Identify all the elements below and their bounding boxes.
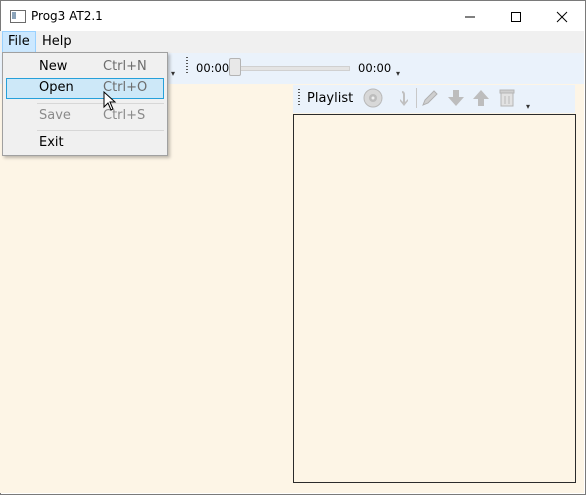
menu-file[interactable]: File [2, 31, 36, 53]
total-time: 00:00 [358, 61, 392, 75]
mouse-cursor-icon [103, 91, 117, 111]
current-time: 00:00 [196, 61, 230, 75]
import-arrow-icon[interactable] [394, 88, 414, 108]
menu-item-label: New [39, 59, 68, 74]
playlist-toolbar-grip[interactable] [298, 89, 300, 107]
window-title: Prog3 AT2.1 [31, 9, 103, 23]
arrow-down-icon[interactable] [446, 88, 466, 108]
trash-icon[interactable] [497, 88, 517, 108]
menu-item-exit[interactable]: Exit [6, 133, 164, 154]
disc-icon[interactable] [363, 88, 383, 108]
arrow-up-icon[interactable] [471, 88, 491, 108]
seek-slider[interactable] [236, 66, 350, 71]
maximize-icon [511, 11, 521, 22]
menu-item-shortcut: Ctrl+N [103, 59, 147, 74]
minimize-button[interactable] [447, 1, 493, 32]
menu-item-open[interactable]: Open Ctrl+O [6, 78, 164, 99]
menu-separator [37, 103, 164, 104]
toolbar-separator [416, 88, 417, 108]
file-menu-dropdown: New Ctrl+N Open Ctrl+O Save Ctrl+S Exit [2, 52, 168, 156]
menu-help[interactable]: Help [37, 32, 77, 52]
menu-item-save[interactable]: Save Ctrl+S [6, 106, 164, 127]
pencil-icon[interactable] [420, 88, 440, 108]
menu-item-new[interactable]: New Ctrl+N [6, 57, 164, 78]
maximize-button[interactable] [493, 1, 539, 32]
toolbar-overflow-icon[interactable]: ▾ [396, 69, 400, 78]
title-bar[interactable]: Prog3 AT2.1 [1, 1, 585, 32]
toolbar-overflow-icon[interactable]: ▾ [171, 69, 175, 78]
app-icon [10, 10, 26, 23]
seek-slider-thumb[interactable] [229, 58, 241, 76]
menu-item-label: Open [39, 80, 74, 95]
menu-item-label: Save [39, 108, 71, 123]
toolbar-grip[interactable] [186, 57, 188, 75]
menu-item-label: Exit [39, 135, 64, 150]
minimize-icon [465, 16, 475, 17]
close-icon [556, 11, 568, 22]
menu-separator [37, 130, 164, 131]
toolbar-overflow-icon[interactable]: ▾ [526, 102, 530, 111]
playlist-listbox[interactable] [293, 114, 576, 483]
close-button[interactable] [539, 1, 585, 32]
menu-bar: File Help [0, 31, 584, 53]
playlist-label: Playlist [307, 91, 354, 106]
